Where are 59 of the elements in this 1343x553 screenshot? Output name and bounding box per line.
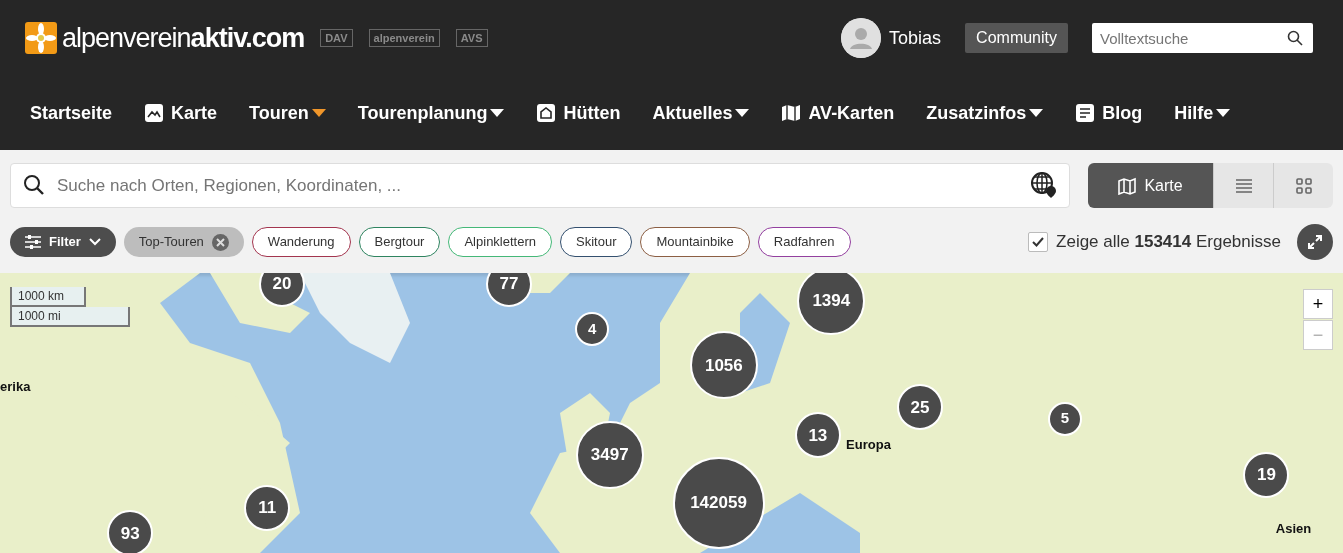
avatar-icon[interactable]: [841, 18, 882, 58]
nav-link[interactable]: Blog: [1059, 99, 1159, 127]
cluster-marker[interactable]: 77: [486, 273, 532, 308]
category-chip[interactable]: Bergtour: [358, 227, 441, 257]
cluster-marker[interactable]: 4: [575, 312, 610, 346]
nav-link[interactable]: Aktuelles: [636, 99, 766, 127]
filter-chip[interactable]: Top-Touren: [123, 227, 244, 257]
expand-icon: [1307, 234, 1323, 250]
nav-link[interactable]: Touren: [233, 99, 342, 127]
scale-bar: 1000 mi: [10, 307, 130, 327]
news-icon: [1075, 103, 1096, 123]
list-icon: [1234, 176, 1253, 195]
nav-link[interactable]: Startseite: [14, 99, 129, 127]
chevron-icon: [88, 238, 101, 246]
nav-link[interactable]: Zusatzinfos: [910, 99, 1060, 127]
nav-link[interactable]: AV-Karten: [765, 99, 911, 127]
site-logo[interactable]: alpenvereinaktiv.com: [62, 17, 305, 59]
grid-view-tab[interactable]: [1273, 163, 1333, 208]
caret-icon: [1029, 109, 1044, 117]
nav-link[interactable]: Tourenplanung: [341, 99, 521, 127]
sliders-icon: [25, 235, 41, 249]
caret-icon: [1216, 109, 1231, 117]
expand-button[interactable]: [1297, 224, 1333, 260]
partner-logo[interactable]: DAV: [320, 28, 353, 48]
close-icon[interactable]: [211, 233, 229, 251]
caret-icon: [735, 109, 750, 117]
category-chip[interactable]: Alpinklettern: [448, 227, 552, 257]
map-label: Asien: [1275, 520, 1312, 539]
partner-logo[interactable]: alpenverein: [368, 28, 440, 48]
category-chip[interactable]: Wanderung: [251, 227, 351, 257]
check-icon: [1032, 237, 1045, 247]
checkbox[interactable]: [1028, 232, 1049, 252]
place-search-field[interactable]: Suche nach Orten, Regionen, Koordinaten, ...: [10, 163, 1070, 208]
results-label: Zeige alle 153414 Ergebnisse: [1056, 231, 1281, 254]
grid-icon: [1294, 176, 1313, 195]
category-chip[interactable]: Mountainbike: [640, 227, 750, 257]
nav-link[interactable]: Karte: [128, 99, 234, 127]
search-icon[interactable]: [1287, 30, 1303, 46]
nav-link[interactable]: Hilfe: [1158, 99, 1247, 127]
zoom-in-button[interactable]: +: [1303, 289, 1333, 319]
map-label: erika: [0, 377, 31, 396]
caret-icon: [311, 109, 326, 117]
search-field[interactable]: Volltextsuche: [1092, 23, 1313, 53]
filter-button[interactable]: Filter: [10, 227, 116, 257]
cluster-marker[interactable]: 20: [259, 273, 305, 308]
scale-bar: 1000 km: [10, 287, 86, 307]
community-button[interactable]: Community: [965, 23, 1068, 53]
caret-icon: [490, 109, 505, 117]
map-view-tab[interactable]: Karte: [1088, 163, 1213, 208]
edelweiss-logo-icon: [24, 21, 58, 55]
hut-icon: [536, 103, 557, 123]
user-name[interactable]: Tobias: [889, 24, 942, 52]
globe-pin-icon[interactable]: [1030, 171, 1058, 199]
category-chip[interactable]: Radfahren: [757, 227, 851, 257]
nav-link[interactable]: Hütten: [520, 99, 637, 127]
partner-logo[interactable]: AVS: [455, 28, 488, 48]
map-label: Europa: [846, 436, 891, 455]
list-view-tab[interactable]: [1213, 163, 1273, 208]
category-chip[interactable]: Skitour: [560, 227, 633, 257]
